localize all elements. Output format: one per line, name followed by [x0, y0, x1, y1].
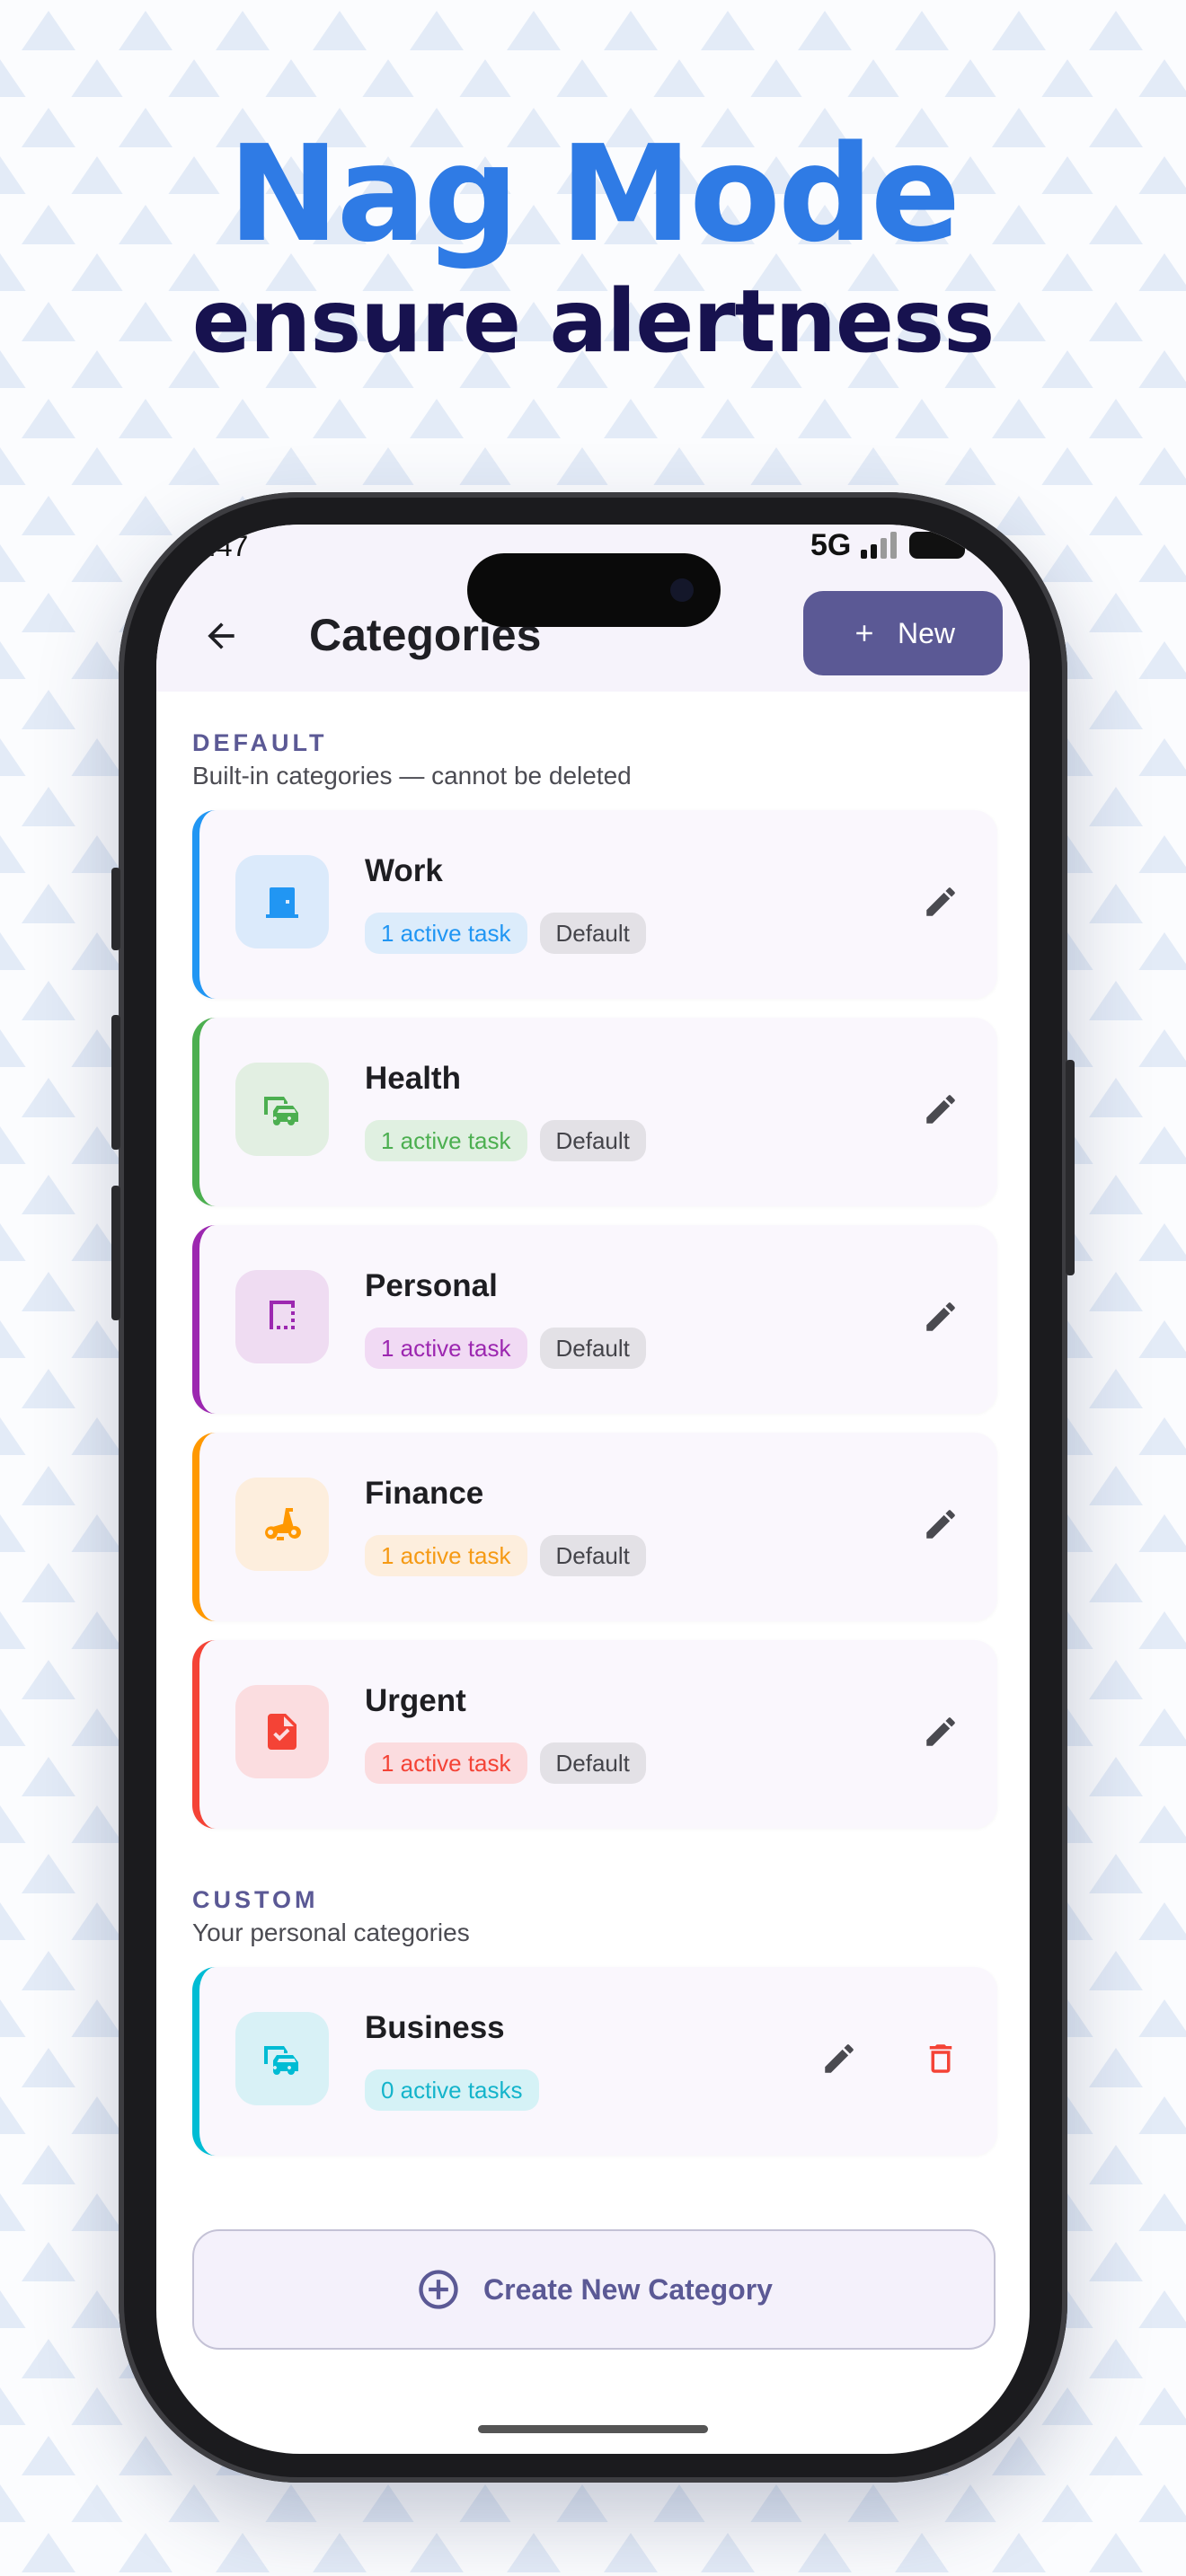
section-subtitle-custom: Your personal categories	[192, 1919, 470, 1946]
category-card-work[interactable]: Work 1 active task Default	[192, 810, 997, 999]
task-document-icon	[268, 1714, 296, 1750]
pencil-icon	[926, 1510, 955, 1539]
category-chips: 1 active task Default	[365, 1328, 646, 1369]
section-title-default: DEFAULT	[192, 729, 328, 756]
phone-screen: 2:47 5G Categories New DEFAULT Built-in …	[156, 525, 1030, 2454]
headline-title: Nag Mode	[227, 117, 960, 271]
door-icon	[266, 887, 298, 918]
default-badge: Default	[539, 1742, 646, 1784]
back-button[interactable]	[192, 607, 250, 665]
pencil-icon	[926, 1302, 955, 1331]
active-task-count-chip: 0 active tasks	[365, 2069, 539, 2111]
phone-volume-down-button	[111, 1186, 120, 1320]
edit-button[interactable]	[912, 1081, 969, 1138]
category-chips: 1 active task Default	[365, 1535, 646, 1576]
trash-icon	[929, 2044, 952, 2073]
category-icon-tile	[235, 1063, 329, 1156]
status-network: 5G	[810, 528, 852, 562]
create-category-button[interactable]: Create New Category	[192, 2229, 996, 2350]
plus-icon	[856, 625, 872, 641]
default-badge: Default	[539, 1120, 646, 1161]
pencil-icon	[926, 1095, 955, 1124]
category-chips: 1 active task Default	[365, 913, 646, 954]
edit-button[interactable]	[912, 1495, 969, 1553]
status-time: 2:47	[192, 530, 249, 562]
signal-icon	[861, 532, 897, 559]
category-card-business[interactable]: Business 0 active tasks	[192, 1967, 997, 2156]
edit-button[interactable]	[810, 2030, 868, 2087]
edit-button[interactable]	[912, 873, 969, 931]
active-task-count-chip: 1 active task	[365, 1120, 527, 1161]
dynamic-island	[467, 553, 721, 627]
phone-volume-up-button	[111, 1015, 120, 1150]
pencil-icon	[926, 887, 955, 916]
category-card-finance[interactable]: Finance 1 active task Default	[192, 1433, 997, 1621]
category-chips: 1 active task Default	[365, 1742, 646, 1784]
category-card-personal[interactable]: Personal 1 active task Default	[192, 1225, 997, 1414]
category-icon-tile	[235, 855, 329, 948]
category-name: Finance	[365, 1476, 484, 1511]
pencil-icon	[825, 2044, 854, 2073]
battery-tip	[967, 540, 971, 551]
category-card-health[interactable]: Health 1 active task Default	[192, 1018, 997, 1206]
phone-power-button	[1066, 1060, 1075, 1275]
phone-action-button	[111, 868, 120, 950]
active-task-count-chip: 1 active task	[365, 1535, 527, 1576]
edit-button[interactable]	[912, 1288, 969, 1345]
category-chips: 0 active tasks	[365, 2069, 539, 2111]
add-circle-icon	[419, 2270, 458, 2309]
create-category-label: Create New Category	[483, 2272, 773, 2306]
selection-corner-icon	[270, 1301, 295, 1329]
battery-icon	[909, 532, 965, 559]
arrow-left-icon	[208, 622, 235, 649]
default-badge: Default	[539, 1328, 646, 1369]
category-icon-tile	[235, 2012, 329, 2105]
category-icon-tile	[235, 1270, 329, 1363]
category-name: Health	[365, 1061, 461, 1096]
category-chips: 1 active task Default	[365, 1120, 646, 1161]
category-icon-tile	[235, 1685, 329, 1778]
category-card-urgent[interactable]: Urgent 1 active task Default	[192, 1640, 997, 1829]
new-button-label: New	[897, 616, 955, 649]
camera-lens	[670, 578, 694, 602]
scooter-icon	[265, 1508, 301, 1540]
pencil-icon	[926, 1717, 955, 1746]
edit-button[interactable]	[912, 1703, 969, 1760]
default-badge: Default	[539, 913, 646, 954]
vehicles-icon	[264, 1097, 298, 1125]
category-icon-tile	[235, 1478, 329, 1571]
vehicles-icon	[264, 2046, 298, 2075]
home-indicator	[478, 2425, 708, 2433]
headline-subtitle: ensure alertness	[191, 271, 996, 372]
active-task-count-chip: 1 active task	[365, 1742, 527, 1784]
section-subtitle-default: Built-in categories — cannot be deleted	[192, 762, 632, 790]
category-name: Business	[365, 2010, 505, 2045]
delete-button[interactable]	[912, 2030, 969, 2087]
category-name: Urgent	[365, 1683, 466, 1718]
category-name: Work	[365, 853, 443, 888]
active-task-count-chip: 1 active task	[365, 913, 527, 954]
category-name: Personal	[365, 1268, 498, 1303]
new-category-button[interactable]: New	[803, 591, 1003, 675]
active-task-count-chip: 1 active task	[365, 1328, 527, 1369]
section-title-custom: CUSTOM	[192, 1886, 319, 1913]
default-badge: Default	[539, 1535, 646, 1576]
